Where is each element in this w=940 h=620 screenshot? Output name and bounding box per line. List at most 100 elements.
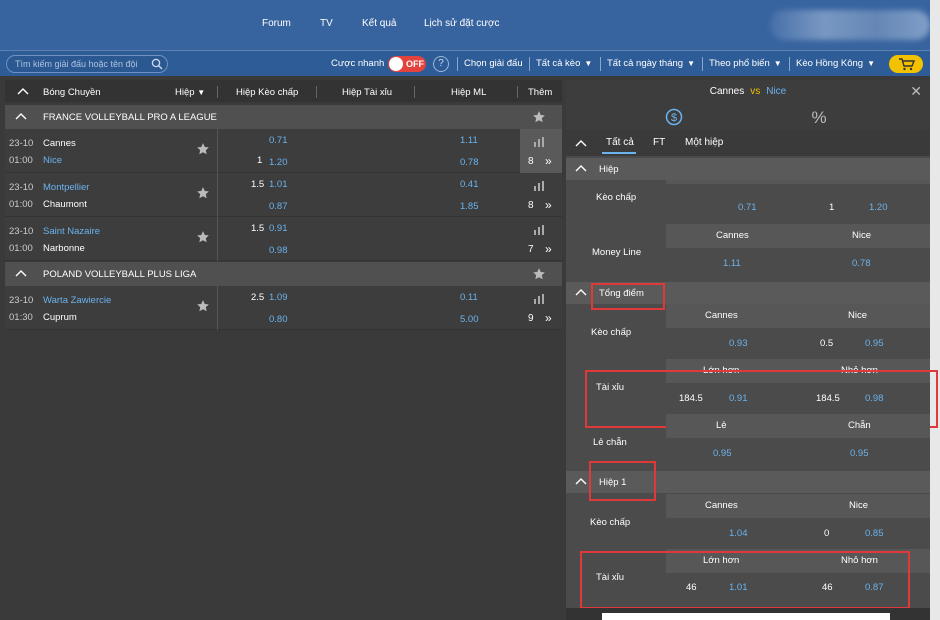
- divider: [217, 286, 218, 330]
- handicap-odds-away[interactable]: 1.20: [269, 157, 288, 168]
- close-icon[interactable]: ✕: [910, 83, 922, 100]
- section-period[interactable]: Hiệp: [566, 158, 930, 180]
- moneyline-odds-away[interactable]: 1.85: [460, 201, 479, 212]
- favorite-star-icon[interactable]: [196, 186, 210, 200]
- moneyline-odds-home[interactable]: 1.11: [460, 135, 478, 146]
- handicap-odds-away[interactable]: 0.98: [269, 245, 288, 256]
- chevron-down-icon: ▼: [687, 59, 695, 68]
- collapse-all-chevron-icon[interactable]: [17, 86, 29, 96]
- more-markets-button[interactable]: 9 »: [520, 286, 562, 330]
- highlight-box: [580, 551, 910, 609]
- odd-odds[interactable]: 0.95: [713, 448, 732, 459]
- collapse-chevron-icon[interactable]: [15, 268, 27, 280]
- collapse-chevron-icon[interactable]: [15, 111, 27, 123]
- all-odds-dropdown[interactable]: Tất cả kèo ▼: [536, 58, 592, 69]
- bet-slip-button[interactable]: [889, 55, 923, 73]
- moneyline-away-odds[interactable]: 0.78: [852, 258, 871, 269]
- handicap-home-odds[interactable]: 0.71: [738, 202, 757, 213]
- divider: [217, 129, 218, 173]
- sort-dropdown[interactable]: Theo phổ biến ▼: [709, 58, 782, 69]
- league-header[interactable]: POLAND VOLLEYBALL PLUS LIGA: [5, 262, 562, 286]
- favorite-star-icon[interactable]: [196, 299, 210, 313]
- period-header: Hiệp: [175, 87, 195, 98]
- divider: [217, 217, 218, 261]
- handicap-odds-home[interactable]: 0.71: [269, 135, 288, 146]
- handicap-home-odds[interactable]: 0.93: [729, 338, 748, 349]
- match-row[interactable]: 23-10 01:00 Saint Nazaire Narbonne 1.5 0…: [5, 217, 562, 261]
- tab-ft[interactable]: FT: [653, 137, 665, 148]
- nav-bet-history[interactable]: Lịch sử đặt cược: [424, 18, 500, 29]
- help-icon[interactable]: ?: [433, 56, 449, 72]
- percent-icon[interactable]: %: [810, 108, 828, 126]
- period-dropdown[interactable]: Hiệp ▼: [175, 87, 205, 98]
- choose-league-button[interactable]: Chọn giải đấu: [464, 58, 523, 69]
- stats-bars-icon[interactable]: [534, 181, 546, 191]
- chevron-down-icon: ▼: [584, 59, 593, 68]
- tab-all[interactable]: Tất cả: [606, 137, 634, 148]
- currency-icon[interactable]: $: [665, 108, 683, 126]
- column-header: Cannes Nice: [666, 304, 930, 328]
- bet-amount-input[interactable]: [602, 613, 890, 620]
- col-away: Nice: [848, 310, 868, 321]
- period-tabs: Tất cả FT Một hiệp: [566, 130, 930, 156]
- nav-results[interactable]: Kết quả: [362, 18, 396, 29]
- collapse-chevron-icon[interactable]: [575, 287, 587, 299]
- more-markets-button[interactable]: 8 »: [520, 173, 562, 217]
- search-input[interactable]: Tìm kiếm giải đấu hoặc tên đội: [6, 55, 168, 73]
- quick-bet-toggle[interactable]: OFF: [388, 56, 426, 72]
- moneyline-odds-home[interactable]: 0.41: [460, 179, 479, 190]
- stats-bars-icon[interactable]: [534, 225, 546, 235]
- moneyline-odds-away[interactable]: 5.00: [460, 314, 479, 325]
- tab-one-set[interactable]: Một hiệp: [685, 137, 723, 148]
- even-odds[interactable]: 0.95: [850, 448, 869, 459]
- odds-type-dropdown[interactable]: Kèo Hồng Kông ▼: [796, 58, 875, 69]
- handicap-away-odds[interactable]: 0.85: [865, 528, 884, 539]
- match-date: 23-10: [9, 138, 34, 149]
- favorite-star-icon[interactable]: [532, 110, 546, 124]
- page-scrollbar[interactable]: [930, 0, 940, 620]
- handicap-home-odds[interactable]: 1.04: [729, 528, 748, 539]
- match-date: 23-10: [9, 295, 34, 306]
- league-name: FRANCE VOLLEYBALL PRO A LEAGUE: [43, 112, 217, 123]
- toggle-knob: [389, 57, 403, 71]
- handicap-odds-home[interactable]: 1.09: [269, 292, 288, 303]
- league-header[interactable]: FRANCE VOLLEYBALL PRO A LEAGUE: [5, 105, 562, 129]
- all-dates-dropdown[interactable]: Tất cả ngày tháng ▼: [607, 58, 695, 69]
- favorite-star-icon[interactable]: [196, 142, 210, 156]
- more-markets-button[interactable]: 8 »: [520, 129, 562, 173]
- more-markets-button[interactable]: 7 »: [520, 217, 562, 261]
- match-title: Cannes vs Nice: [566, 86, 930, 97]
- col-odd: Lẻ: [716, 420, 727, 431]
- nav-tv[interactable]: TV: [320, 18, 333, 29]
- favorite-star-icon[interactable]: [196, 230, 210, 244]
- match-row[interactable]: 23-10 01:00 Montpellier Chaumont 1.5 1.0…: [5, 173, 562, 217]
- match-row[interactable]: 23-10 01:00 Cannes Nice 1 0.71 1.20 1.11…: [5, 129, 562, 173]
- handicap-odds-home[interactable]: 0.91: [269, 223, 288, 234]
- more-markets-count: 8: [528, 200, 534, 211]
- row-label: Kèo chấp: [591, 327, 632, 338]
- search-icon[interactable]: [151, 58, 163, 70]
- divider: [414, 86, 415, 98]
- handicap-odds-away[interactable]: 0.80: [269, 314, 288, 325]
- stats-bars-icon[interactable]: [534, 137, 546, 147]
- collapse-chevron-icon[interactable]: [575, 163, 587, 175]
- stats-bars-icon[interactable]: [534, 294, 546, 304]
- moneyline-odds-home[interactable]: 0.11: [460, 292, 478, 303]
- handicap-odds-away[interactable]: 0.87: [269, 201, 288, 212]
- handicap-odds-home[interactable]: 1.01: [269, 179, 288, 190]
- handicap-away-line: 1: [829, 202, 835, 213]
- divider: [600, 57, 601, 71]
- moneyline-odds-away[interactable]: 0.78: [460, 157, 479, 168]
- match-row[interactable]: 23-10 01:30 Warta Zawiercie Cuprum 2.5 1…: [5, 286, 562, 330]
- handicap-away-odds[interactable]: 0.95: [865, 338, 884, 349]
- col-home: Cannes: [705, 310, 738, 321]
- favorite-star-icon[interactable]: [532, 267, 546, 281]
- collapse-all-chevron-icon[interactable]: [575, 138, 587, 148]
- nav-forum[interactable]: Forum: [262, 18, 291, 29]
- collapse-chevron-icon[interactable]: [575, 476, 587, 488]
- away-team: Nice: [43, 155, 63, 166]
- handicap-away-odds[interactable]: 1.20: [869, 202, 888, 213]
- detail-away-team: Nice: [766, 86, 787, 97]
- moneyline-home-odds[interactable]: 1.11: [723, 258, 741, 269]
- column-header: Lẻ Chẵn: [666, 414, 930, 438]
